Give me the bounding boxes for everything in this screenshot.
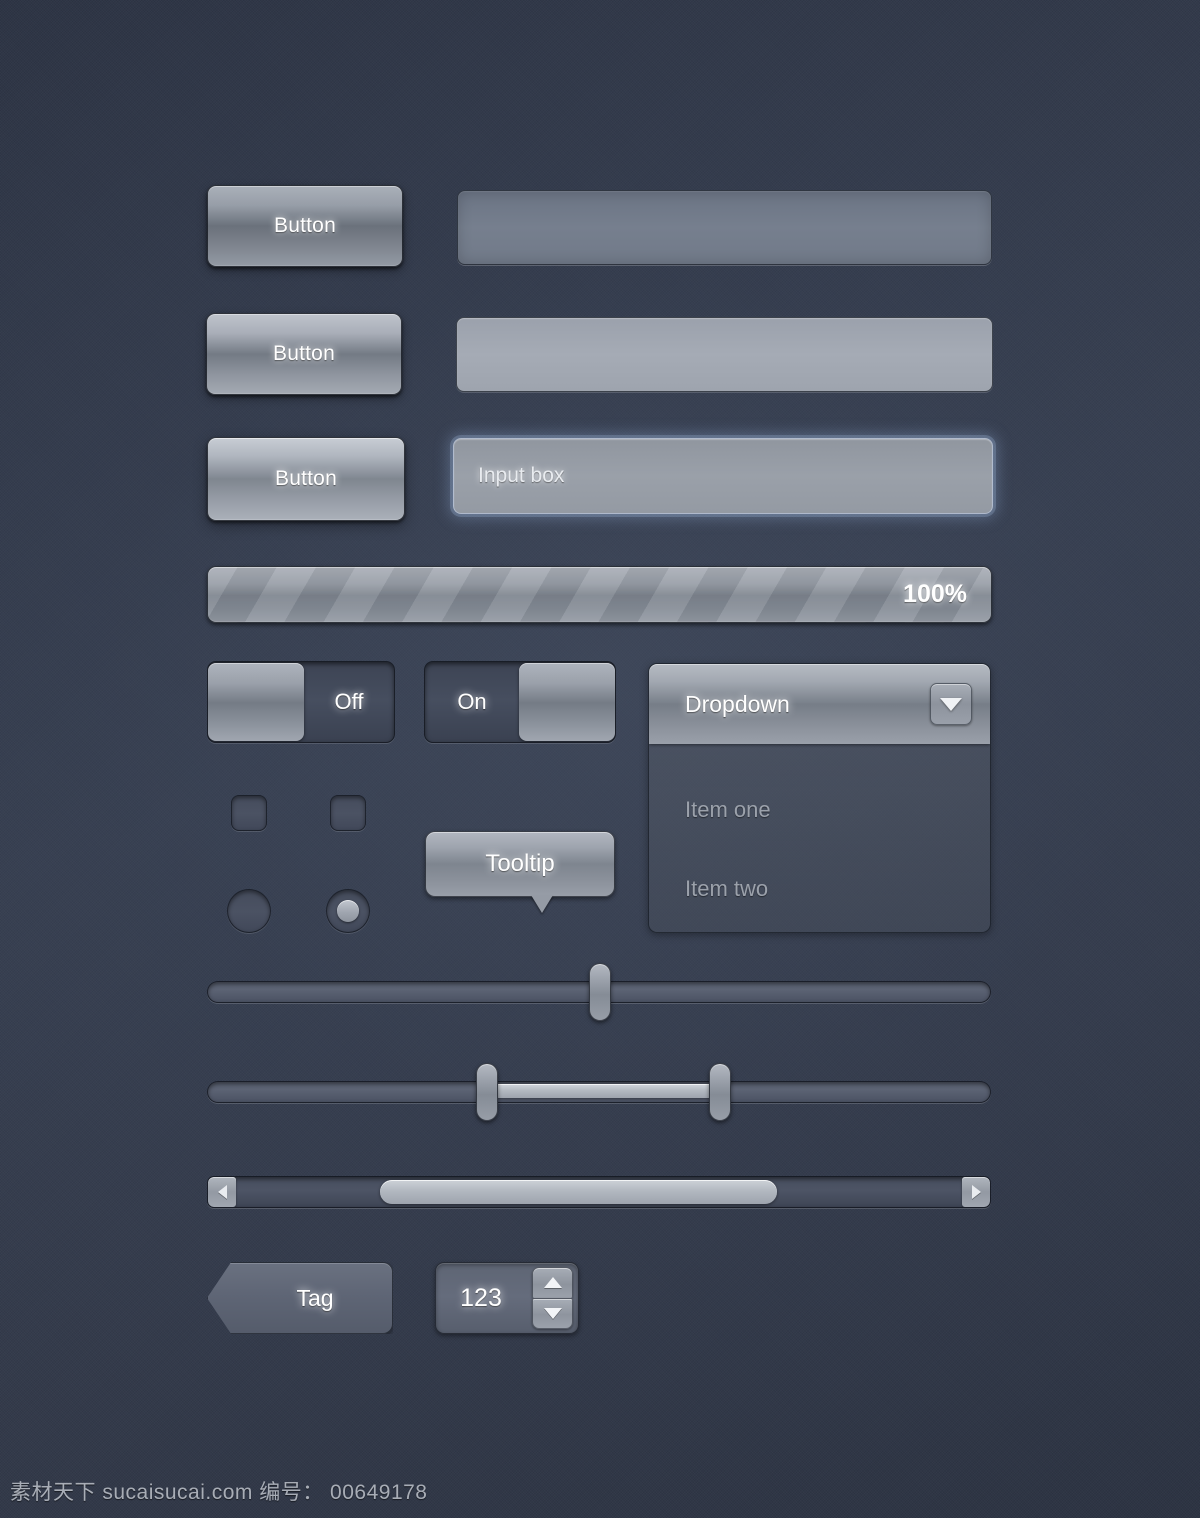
progress-bar-percent-label: 100%	[903, 580, 967, 608]
progress-bar: 100%	[207, 566, 992, 623]
button-active[interactable]: Button	[207, 437, 405, 521]
caret-right-icon[interactable]	[962, 1177, 990, 1207]
button-normal-label: Button	[274, 214, 336, 237]
tag-label: Tag	[296, 1284, 334, 1311]
button-hover-label: Button	[273, 342, 335, 365]
tooltip: Tooltip	[425, 831, 615, 913]
toggle-off-label: Off	[334, 689, 364, 714]
radio-checked[interactable]	[326, 889, 370, 933]
slider-range-fill	[492, 1084, 720, 1098]
radio-unchecked[interactable]	[227, 889, 271, 933]
toggle-on-label: On	[457, 689, 487, 714]
input-focused[interactable]: Input box	[453, 438, 993, 514]
dropdown-item-one[interactable]: Item one	[649, 770, 990, 849]
toggle-on[interactable]: On	[424, 661, 616, 743]
caret-up-icon[interactable]	[532, 1267, 573, 1298]
ui-kit-canvas: Button Button Button Input box 100% Off …	[0, 0, 1200, 1518]
tag[interactable]: Tag	[207, 1262, 393, 1334]
button-normal[interactable]: Button	[207, 185, 403, 267]
slider-range-handle-min[interactable]	[476, 1063, 498, 1121]
scrollbar-thumb[interactable]	[380, 1180, 777, 1204]
caret-left-icon[interactable]	[208, 1177, 236, 1207]
tooltip-pointer-icon	[531, 895, 554, 913]
tooltip-label: Tooltip	[485, 850, 555, 877]
toggle-off-knob[interactable]	[208, 663, 304, 741]
checkbox-unchecked-hover[interactable]	[330, 795, 366, 831]
slider-range-handle-max[interactable]	[709, 1063, 731, 1121]
dropdown-header[interactable]: Dropdown	[649, 664, 990, 744]
number-spinner[interactable]: 123	[435, 1262, 579, 1334]
dropdown-item-one-label: Item one	[685, 796, 771, 822]
watermark: 素材天下 sucaisucai.com 编号： 00649178	[10, 1476, 428, 1506]
caret-down-icon[interactable]	[532, 1297, 573, 1329]
checkbox-unchecked[interactable]	[231, 795, 267, 831]
button-hover[interactable]: Button	[206, 313, 402, 395]
dropdown[interactable]: Dropdown Item one Item two	[648, 663, 991, 933]
input-normal[interactable]	[457, 190, 992, 265]
slider-single-handle[interactable]	[589, 963, 611, 1021]
dropdown-item-two[interactable]: Item two	[649, 849, 990, 928]
chevron-down-icon[interactable]	[930, 683, 972, 725]
dropdown-item-list: Item one Item two	[649, 744, 990, 928]
radio-checked-dot	[337, 900, 359, 922]
toggle-off[interactable]: Off	[207, 661, 395, 743]
button-active-label: Button	[275, 467, 337, 490]
input-focused-value: Input box	[478, 464, 565, 487]
number-spinner-buttons	[532, 1263, 578, 1333]
input-hover[interactable]	[456, 317, 993, 392]
scrollbar-horizontal[interactable]	[207, 1176, 991, 1208]
watermark-text: 素材天下 sucaisucai.com 编号： 00649178	[10, 1481, 428, 1504]
dropdown-item-two-label: Item two	[685, 875, 769, 901]
dropdown-selected-label: Dropdown	[685, 690, 790, 717]
number-spinner-value[interactable]: 123	[436, 1284, 532, 1313]
toggle-on-knob[interactable]	[519, 663, 615, 741]
